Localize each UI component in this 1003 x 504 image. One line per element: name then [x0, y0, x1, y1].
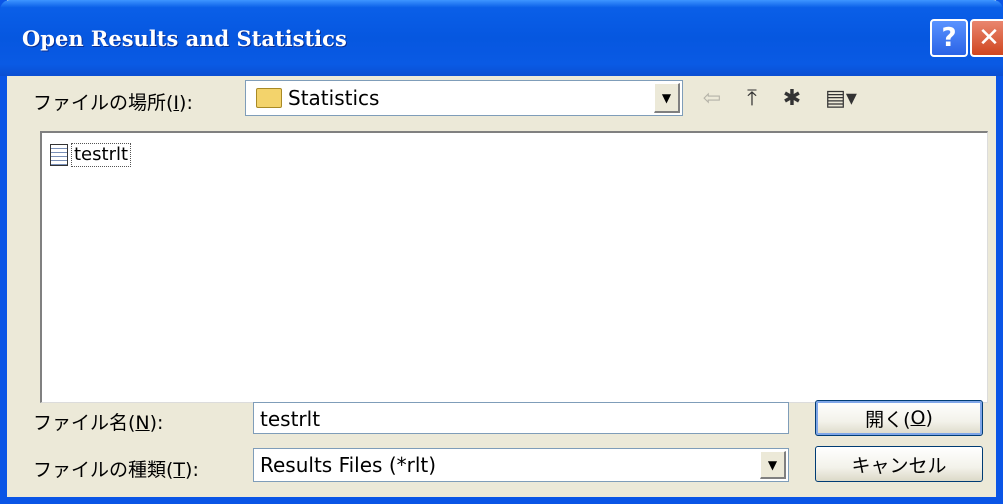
filename-value: testrlt: [260, 407, 321, 431]
location-label: ファイルの場所(I):: [33, 92, 193, 114]
chevron-down-icon[interactable]: ▼: [760, 451, 786, 479]
window-title: Open Results and Statistics: [22, 26, 347, 51]
open-button[interactable]: 開く(O): [815, 400, 983, 436]
chevron-down-icon[interactable]: ▼: [654, 83, 680, 113]
filetype-value: Results Files (*rlt): [260, 453, 437, 477]
file-list[interactable]: testrlt: [40, 131, 988, 403]
new-folder-icon[interactable]: ✱: [777, 84, 807, 112]
filename-input[interactable]: testrlt: [253, 402, 789, 434]
up-folder-icon[interactable]: ⤒: [737, 84, 767, 112]
location-dropdown[interactable]: Statistics ▼: [245, 80, 683, 116]
file-name: testrlt: [71, 143, 132, 167]
view-menu-icon[interactable]: ▤▾: [819, 84, 863, 112]
folder-icon: [256, 88, 282, 108]
close-button[interactable]: ✕: [970, 19, 1003, 57]
back-icon[interactable]: ⇦: [697, 84, 727, 112]
filename-label: ファイル名(N):: [33, 412, 164, 434]
filetype-label: ファイルの種類(T):: [33, 459, 199, 481]
filetype-dropdown[interactable]: Results Files (*rlt) ▼: [253, 448, 789, 482]
cancel-button[interactable]: キャンセル: [815, 446, 983, 482]
help-button[interactable]: ?: [930, 19, 968, 57]
location-value: Statistics: [288, 86, 380, 110]
title-bar[interactable]: Open Results and Statistics ? ✕: [0, 0, 1003, 76]
document-icon: [50, 144, 68, 166]
list-item[interactable]: testrlt: [50, 143, 132, 167]
open-dialog: Open Results and Statistics ? ✕ ファイルの場所(…: [0, 0, 1003, 504]
